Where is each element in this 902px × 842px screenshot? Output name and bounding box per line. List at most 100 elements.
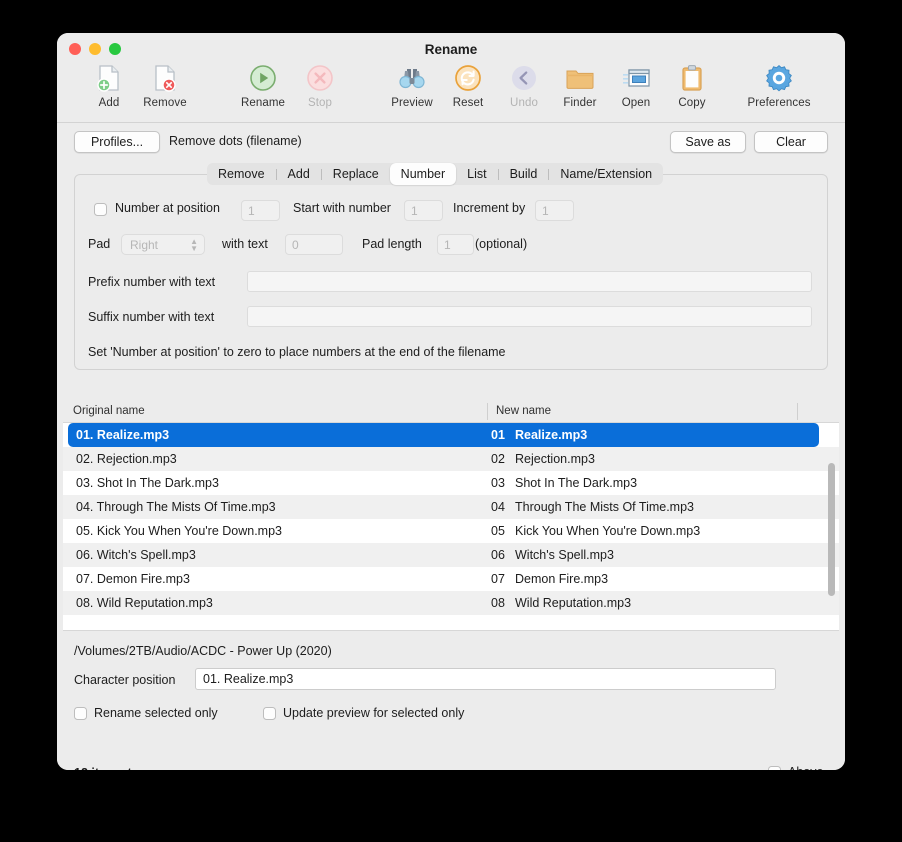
pad-length-label: Pad length [362,237,422,251]
cell-new-number: 01 [491,428,505,442]
increment-by-label: Increment by [453,201,526,215]
cell-original-name: 02. Rejection.mp3 [76,452,177,466]
pad-label: Pad [88,237,111,251]
suffix-number-input[interactable] [247,306,812,327]
with-text-label: with text [222,237,268,251]
checkbox-label: Above [788,765,823,770]
table-row[interactable]: 02. Rejection.mp3 02 Rejection.mp3 [63,447,839,471]
tab-list[interactable]: List [456,163,497,185]
toolbar-remove-button[interactable]: Remove [132,63,198,109]
cell-original-name: 03. Shot In The Dark.mp3 [76,476,219,490]
column-header-new-name[interactable]: New name [496,405,551,417]
file-list-scrollbar[interactable] [826,425,835,628]
scrollbar-thumb[interactable] [828,463,835,596]
tab-number[interactable]: Number [389,163,457,185]
gear-icon [746,63,812,93]
active-profile-name: Remove dots (filename) [169,134,302,148]
number-at-position-input[interactable]: 1 [241,200,280,221]
tab-replace[interactable]: Replace [322,163,390,185]
column-divider[interactable] [487,403,488,420]
clipboard-icon [659,63,725,93]
window-title: Rename [424,42,478,57]
table-row[interactable]: 04. Through The Mists Of Time.mp3 04 Thr… [63,495,839,519]
prefix-number-input[interactable] [247,271,812,292]
cell-new-number: 08 [491,596,505,610]
toolbar-label: Preferences [747,97,811,109]
checkbox-label: Update preview for selected only [283,706,465,720]
tab-remove[interactable]: Remove [207,163,276,185]
toolbar: Add Remove Rename Stop Preview Reset Und… [57,61,845,123]
pad-with-text-input[interactable]: 0 [285,234,343,255]
rename-window: Rename Add Remove Rename Stop Preview Re… [57,33,845,770]
table-row[interactable]: 01. Realize.mp3 01 Realize.mp3 [63,423,839,447]
increment-by-input[interactable]: 1 [535,200,574,221]
tab-build[interactable]: Build [499,163,549,185]
table-row[interactable]: 08. Wild Reputation.mp3 08 Wild Reputati… [63,591,839,615]
toolbar-label: Copy [678,97,706,109]
cell-new-number: 07 [491,572,505,586]
toolbar-preferences-button[interactable]: Preferences [746,63,812,109]
cell-new-name: Demon Fire.mp3 [515,572,609,586]
table-row[interactable]: 06. Witch's Spell.mp3 06 Witch's Spell.m… [63,543,839,567]
pad-direction-select[interactable]: Right ▲ ▼ [121,234,205,255]
cell-new-number: 06 [491,548,505,562]
cell-new-number: 03 [491,476,505,490]
update-preview-selected-only-checkbox[interactable]: Update preview for selected only [263,706,464,720]
number-at-position-label: Number at position [115,201,220,215]
checkbox-box [74,706,87,720]
character-position-input[interactable]: 01. Realize.mp3 [195,668,776,690]
cell-original-name: 01. Realize.mp3 [76,428,170,442]
document-remove-icon [132,63,198,93]
toolbar-copy-button[interactable]: Copy [659,63,725,109]
bottom-bar: /Volumes/2TB/Audio/ACDC - Power Up (2020… [57,631,845,770]
start-with-number-label: Start with number [293,201,391,215]
start-with-number-input[interactable]: 1 [404,200,443,221]
cell-new-number: 02 [491,452,505,466]
tab-name-extension[interactable]: Name/Extension [549,163,663,185]
toolbar-label: Remove [143,97,187,109]
cell-new-number: 04 [491,500,505,514]
cell-new-name: Rejection.mp3 [515,452,595,466]
prefix-number-label: Prefix number with text [88,275,216,289]
column-header-original-name[interactable]: Original name [73,405,145,417]
pad-direction-value: Right [130,237,159,252]
row-background [68,447,819,471]
cell-new-name: Wild Reputation.mp3 [515,596,632,610]
cell-new-name: Realize.mp3 [515,428,588,442]
title-bar: Rename [57,33,845,61]
file-list-header: Original name New name [63,401,839,422]
profiles-button[interactable]: Profiles... [74,131,160,153]
folder-path-text: /Volumes/2TB/Audio/ACDC - Power Up (2020… [74,644,332,658]
character-position-label: Character position [74,673,176,687]
cell-new-name: Shot In The Dark.mp3 [515,476,638,490]
save-as-button[interactable]: Save as [670,131,746,153]
clear-button[interactable]: Clear [754,131,828,153]
file-list[interactable]: 01. Realize.mp3 01 Realize.mp3 02. Rejec… [63,422,839,631]
checkbox-box [263,706,276,720]
number-at-position-checkbox[interactable] [94,203,107,216]
pad-length-input[interactable]: 1 [437,234,474,255]
column-divider[interactable] [797,403,798,420]
table-row[interactable]: 03. Shot In The Dark.mp3 03 Shot In The … [63,471,839,495]
rename-selected-only-checkbox[interactable]: Rename selected only [74,706,218,720]
cell-original-name: 05. Kick You When You're Down.mp3 [76,524,282,538]
tab-bar: Remove Add Replace Number List Build Nam… [207,163,664,185]
cell-new-name: Through The Mists Of Time.mp3 [515,500,694,514]
table-row[interactable]: 05. Kick You When You're Down.mp3 05 Kic… [63,519,839,543]
stop-circle-icon [287,63,353,93]
number-hint-text: Set 'Number at position' to zero to plac… [88,345,506,359]
cell-original-name: 07. Demon Fire.mp3 [76,572,190,586]
cell-original-name: 04. Through The Mists Of Time.mp3 [76,500,276,514]
cell-original-name: 08. Wild Reputation.mp3 [76,596,213,610]
cell-new-name: Witch's Spell.mp3 [515,548,614,562]
status-text: 12 items to rename [74,766,187,770]
tab-add[interactable]: Add [277,163,321,185]
checkbox-label: Rename selected only [94,706,218,720]
checkbox-box [768,765,781,770]
above-checkbox[interactable]: Above [768,765,823,770]
cell-new-name: Kick You When You're Down.mp3 [515,524,701,538]
toolbar-stop-button: Stop [287,63,353,109]
chevron-updown-icon: ▲ ▼ [190,236,198,253]
toolbar-label: Stop [307,97,333,109]
table-row[interactable]: 07. Demon Fire.mp3 07 Demon Fire.mp3 [63,567,839,591]
